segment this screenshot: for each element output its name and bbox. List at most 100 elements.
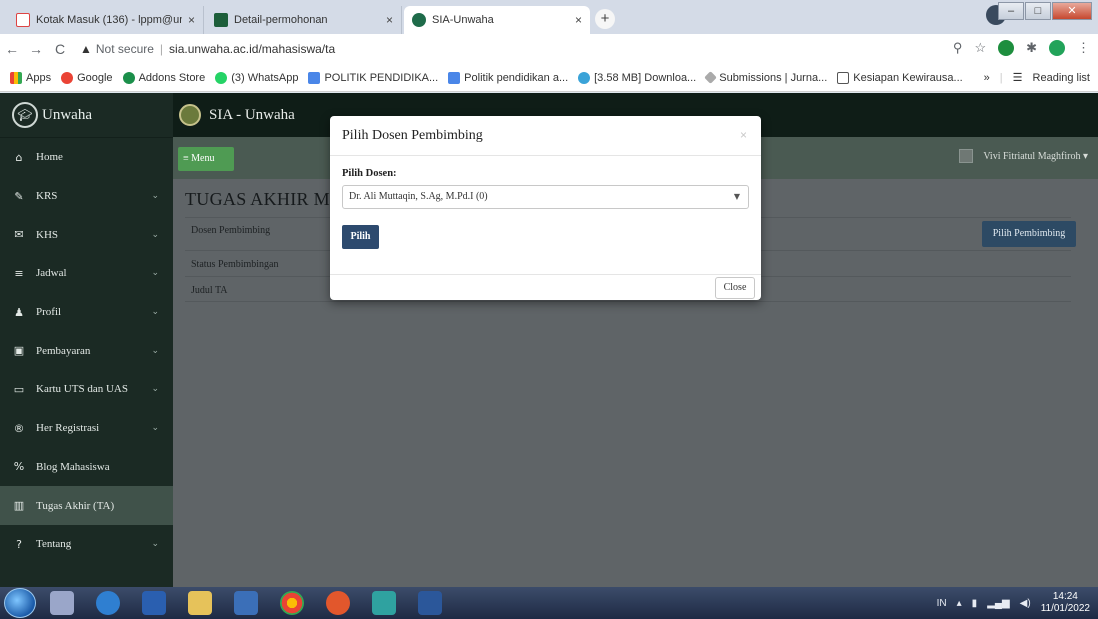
- row-label: Status Pembimbingan: [191, 259, 279, 270]
- new-tab-button[interactable]: +: [595, 9, 615, 29]
- row-label: Judul TA: [191, 285, 228, 296]
- user-menu[interactable]: Vivi Fitriatul Maghfiroh ▾: [959, 149, 1088, 163]
- chevron-down-icon: ▼: [733, 192, 740, 201]
- tray-expand-icon[interactable]: ▴: [957, 598, 962, 609]
- start-button[interactable]: [4, 588, 36, 618]
- media-player-icon[interactable]: [142, 591, 166, 615]
- sidebar-item-pembayaran[interactable]: ▣ Pembayaran ⌄: [0, 331, 173, 370]
- modal-close-icon[interactable]: ×: [740, 128, 747, 142]
- tab-close-icon[interactable]: ×: [575, 13, 582, 27]
- back-icon[interactable]: ←: [0, 41, 24, 57]
- question-icon: ?: [16, 537, 22, 551]
- whatsapp-icon: [215, 71, 228, 84]
- brand-label: Unwaha: [42, 106, 92, 123]
- modal-title: Pilih Dosen Pembimbing: [342, 127, 483, 143]
- bookmarks-right: » | ☰ Reading list: [983, 71, 1090, 85]
- sidebar-item-kartu-uts-dan-uas[interactable]: ▭ Kartu UTS dan UAS ⌄: [0, 370, 173, 409]
- network-icon[interactable]: ▮: [972, 598, 978, 609]
- forward-icon[interactable]: →: [24, 41, 48, 57]
- sidebar-item-label: Home: [36, 151, 63, 164]
- address-bar[interactable]: ▲ Not secure | sia.unwaha.ac.id/mahasisw…: [80, 37, 960, 61]
- sidebar-item-her-registrasi[interactable]: ® Her Registrasi ⌄: [0, 409, 173, 448]
- window-close-icon[interactable]: ✕: [1052, 2, 1092, 20]
- bookmark-star-icon[interactable]: ☆: [974, 40, 986, 56]
- sidebar-item-label: Tugas Akhir (TA): [36, 499, 115, 512]
- security-label[interactable]: Not secure: [96, 42, 154, 56]
- book-icon: ▥: [13, 499, 25, 513]
- app-icon[interactable]: [234, 591, 258, 615]
- bookmark-politik-pendidikan[interactable]: Politik pendidikan a...: [448, 71, 568, 84]
- bookmark-apps[interactable]: Apps: [10, 71, 51, 84]
- dosen-select[interactable]: Dr. Ali Muttaqin, S.Ag, M.Pd.I (0) ▼: [342, 185, 749, 209]
- sidebar-item-label: Jadwal: [36, 267, 67, 280]
- bookmark-google[interactable]: Google: [61, 71, 113, 84]
- url-text[interactable]: sia.unwaha.ac.id/mahasiswa/ta: [169, 42, 335, 56]
- windows-taskbar: IN ▴ ▮ ▂▄▆ ◀) 14:24 11/01/2022: [0, 587, 1098, 619]
- sidebar-item-label: Her Registrasi: [36, 422, 100, 435]
- sidebar-item-blog-mahasiswa[interactable]: % Blog Mahasiswa: [0, 448, 173, 487]
- people-app-icon[interactable]: [50, 591, 74, 615]
- link-icon: %: [13, 460, 25, 474]
- more-bookmarks-icon[interactable]: »: [984, 72, 990, 84]
- file-explorer-icon[interactable]: [188, 591, 212, 615]
- browser-app-icon[interactable]: [326, 591, 350, 615]
- bookmark-submissions[interactable]: Submissions | Jurna...: [704, 71, 827, 84]
- sidebar-item-krs[interactable]: ✎ KRS ⌄: [0, 177, 173, 216]
- puzzle-icon[interactable]: ✱: [1026, 40, 1037, 56]
- menu-toggle-button[interactable]: ≡ Menu: [178, 147, 234, 171]
- language-indicator[interactable]: IN: [937, 598, 947, 609]
- site-title: SIA - Unwaha: [209, 106, 295, 123]
- tab-close-icon[interactable]: ×: [386, 13, 393, 27]
- bookmark-politik-pendidika[interactable]: POLITIK PENDIDIKA...: [308, 71, 438, 84]
- bookmark-addons-store[interactable]: Addons Store: [122, 71, 205, 84]
- more-menu-icon[interactable]: ⋮: [1077, 40, 1090, 56]
- sidebar-item-tugas-akhir-ta[interactable]: ▥ Tugas Akhir (TA): [0, 486, 173, 525]
- bookmark-kesiapan[interactable]: Kesiapan Kewirausa...: [837, 71, 963, 84]
- sidebar-item-jadwal[interactable]: ≡ Jadwal ⌄: [0, 254, 173, 293]
- volume-icon[interactable]: ◀): [1020, 598, 1031, 609]
- browser-tab-sia-unwaha[interactable]: SIA-Unwaha ×: [404, 6, 590, 34]
- reading-list-button[interactable]: Reading list: [1033, 72, 1090, 84]
- money-icon: ▣: [13, 344, 25, 358]
- pilih-submit-button[interactable]: Pilih: [342, 225, 379, 249]
- sidebar-item-label: Profil: [36, 306, 62, 319]
- signal-icon[interactable]: ▂▄▆: [987, 598, 1009, 609]
- bookmark-whatsapp[interactable]: (3) WhatsApp: [215, 71, 298, 84]
- sidebar-item-khs[interactable]: ✉ KHS ⌄: [0, 215, 173, 254]
- shield-icon[interactable]: [1049, 40, 1065, 56]
- pls-app-icon[interactable]: [96, 591, 120, 615]
- minimize-icon[interactable]: –: [998, 2, 1024, 20]
- modal-close-button[interactable]: Close: [715, 277, 755, 299]
- pilih-dosen-modal: Pilih Dosen Pembimbing × Pilih Dosen: Dr…: [330, 116, 761, 300]
- browser-tab-strip: Kotak Masuk (136) - lppm@unw × Detail-pe…: [0, 0, 1098, 34]
- sidebar-item-tentang[interactable]: ? Tentang ⌄: [0, 525, 173, 564]
- chevron-down-icon: ⌄: [151, 345, 159, 356]
- bookmark-download[interactable]: [3.58 MB] Downloa...: [578, 71, 696, 84]
- app-icon[interactable]: [372, 591, 396, 615]
- user-name[interactable]: Vivi Fitriatul Maghfiroh ▾: [983, 151, 1088, 162]
- tab-title: Detail-permohonan: [234, 14, 328, 26]
- doc-icon: [448, 71, 461, 84]
- modal-header: Pilih Dosen Pembimbing ×: [330, 116, 761, 156]
- zoom-icon[interactable]: ⚲: [953, 40, 963, 56]
- chrome-icon[interactable]: [280, 591, 304, 615]
- sidebar-menu: ⌂ Home ✎ KRS ⌄ ✉ KHS ⌄ ≡ Jadwal ⌄ ♟ Profil ⌄ ▣ Pembayar…: [0, 138, 173, 564]
- pilih-pembimbing-button[interactable]: Pilih Pembimbing: [982, 221, 1076, 247]
- chevron-down-icon: ⌄: [151, 539, 159, 550]
- browser-tab-detail-permohonan[interactable]: Detail-permohonan ×: [206, 6, 402, 34]
- graduation-cap-icon: 🎓︎: [12, 102, 38, 128]
- sidebar-item-profil[interactable]: ♟ Profil ⌄: [0, 293, 173, 332]
- selected-dosen: Dr. Ali Muttaqin, S.Ag, M.Pd.I (0): [349, 191, 488, 202]
- sidebar-brand[interactable]: 🎓︎ Unwaha: [0, 93, 173, 138]
- sidebar-item-home[interactable]: ⌂ Home: [0, 138, 173, 177]
- tab-title: SIA-Unwaha: [432, 14, 494, 26]
- dosen-field-label: Pilih Dosen:: [342, 168, 397, 179]
- reload-icon[interactable]: C: [48, 41, 72, 57]
- e-icon: [837, 71, 850, 84]
- word-icon[interactable]: [418, 591, 442, 615]
- browser-tab-gmail[interactable]: Kotak Masuk (136) - lppm@unw ×: [8, 6, 204, 34]
- maximize-icon[interactable]: □: [1025, 2, 1051, 20]
- clock[interactable]: 14:24 11/01/2022: [1041, 591, 1090, 615]
- extension-icon[interactable]: [998, 40, 1015, 56]
- tab-close-icon[interactable]: ×: [188, 13, 195, 27]
